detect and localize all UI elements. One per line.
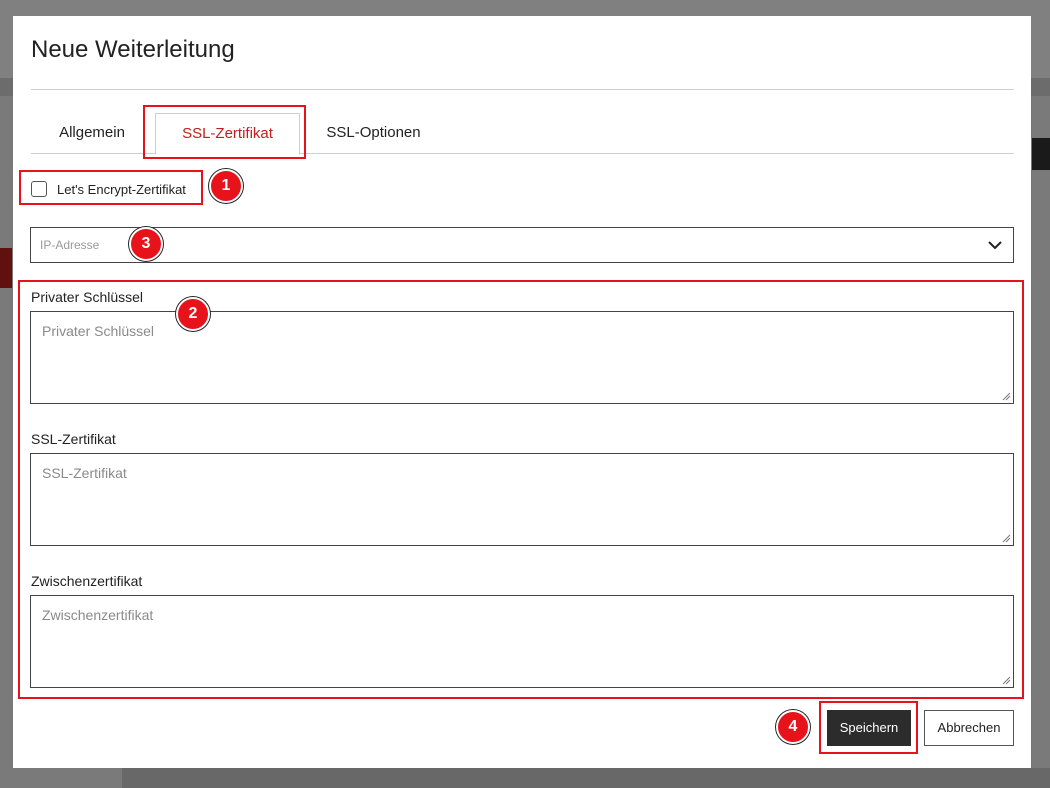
annotation-badge-4: 4 bbox=[776, 710, 810, 744]
highlight-certificate-fields bbox=[18, 280, 1024, 699]
ip-address-select[interactable]: IP-Adresse bbox=[30, 227, 1014, 263]
tab-ssl-options[interactable]: SSL-Optionen bbox=[321, 113, 426, 154]
background-dark-button bbox=[1032, 138, 1050, 170]
modal-title: Neue Weiterleitung bbox=[31, 36, 235, 63]
ip-address-placeholder: IP-Adresse bbox=[40, 238, 100, 252]
annotation-badge-3: 3 bbox=[129, 227, 163, 261]
tab-general[interactable]: Allgemein bbox=[47, 113, 137, 154]
chevron-down-icon bbox=[988, 241, 1002, 250]
annotation-badge-1: 1 bbox=[209, 169, 243, 203]
highlight-ssl-tab bbox=[143, 105, 306, 159]
title-divider bbox=[31, 89, 1014, 90]
highlight-lets-encrypt bbox=[19, 170, 203, 205]
background-right-panel bbox=[1032, 96, 1050, 788]
highlight-save-button bbox=[819, 701, 918, 754]
background-red-item bbox=[0, 248, 12, 288]
background-footer bbox=[122, 768, 1050, 788]
annotation-badge-2: 2 bbox=[176, 297, 210, 331]
cancel-button[interactable]: Abbrechen bbox=[924, 710, 1014, 746]
